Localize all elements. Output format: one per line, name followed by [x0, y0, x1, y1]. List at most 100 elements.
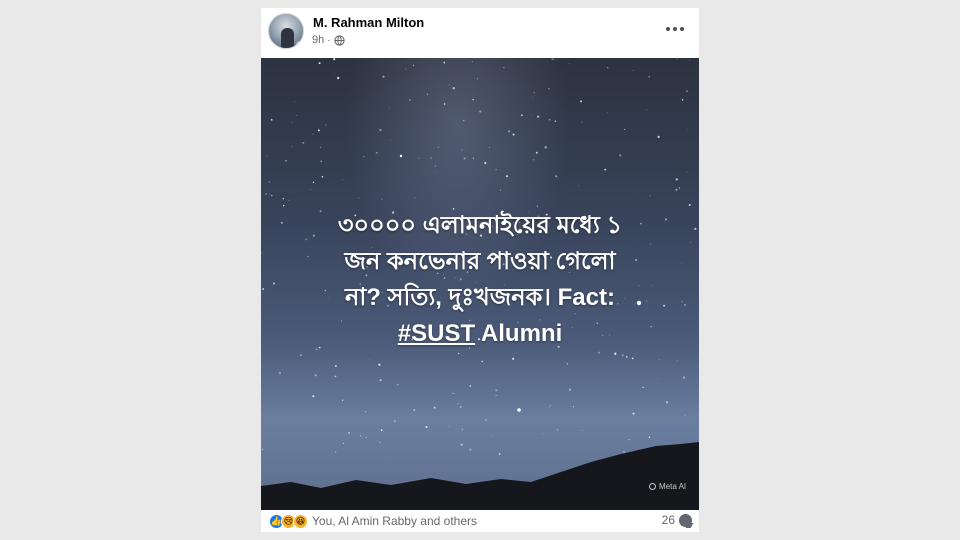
star: [317, 129, 320, 132]
star: [437, 146, 439, 148]
star: [578, 185, 579, 187]
star: [604, 168, 607, 171]
star: [484, 161, 487, 165]
star: [320, 160, 323, 163]
star: [569, 63, 571, 65]
star: [270, 194, 273, 197]
star: [535, 151, 538, 154]
star: [359, 435, 362, 437]
star: [282, 204, 285, 207]
star: [262, 288, 265, 290]
star: [418, 157, 420, 159]
globe-icon[interactable]: [333, 34, 345, 46]
star: [459, 406, 462, 408]
post-card: M. Rahman Milton 9h · ৩০০০০ এলামনাইয়ের …: [261, 8, 699, 532]
star: [393, 420, 396, 422]
star: [614, 352, 617, 355]
star: [469, 385, 472, 387]
star: [580, 100, 582, 103]
star: [511, 357, 515, 360]
comment-count-value: 26: [661, 513, 675, 527]
haha-icon: 😆: [293, 513, 308, 529]
star: [495, 394, 497, 397]
star: [452, 87, 455, 90]
star: [268, 181, 271, 183]
star: [397, 384, 399, 386]
meta-ai-watermark: Meta AI: [649, 482, 686, 491]
post-image[interactable]: ৩০০০০ এলামনাইয়ের মধ্যে ১ জন কনভেনার পাও…: [261, 58, 699, 510]
star: [682, 376, 686, 379]
star: [520, 114, 523, 117]
star: [685, 90, 688, 93]
post-header: M. Rahman Milton 9h ·: [261, 8, 699, 58]
star: [471, 61, 473, 63]
star: [676, 360, 678, 361]
star: [293, 101, 295, 103]
author-name[interactable]: M. Rahman Milton: [313, 15, 424, 30]
star: [553, 58, 555, 60]
star: [678, 187, 681, 189]
avatar-badge: [296, 41, 303, 48]
star: [414, 197, 416, 199]
star: [302, 141, 305, 144]
star: [364, 410, 367, 413]
star: [448, 425, 450, 427]
star: [489, 147, 490, 148]
star: [448, 84, 450, 86]
star: [681, 99, 684, 101]
star: [687, 128, 689, 130]
star: [658, 358, 660, 360]
star: [294, 410, 296, 411]
star: [461, 428, 464, 431]
more-dot: [666, 27, 670, 31]
star: [461, 149, 463, 151]
star: [551, 58, 554, 60]
more-dot: [673, 27, 677, 31]
mountain-silhouette: [261, 442, 699, 510]
star: [631, 357, 634, 360]
star: [512, 133, 515, 136]
star: [379, 379, 382, 382]
comment-count[interactable]: 26: [662, 513, 692, 527]
star: [299, 354, 302, 357]
star: [334, 375, 337, 378]
star: [649, 195, 651, 197]
star: [532, 159, 535, 161]
star: [412, 64, 415, 66]
star: [536, 115, 540, 118]
more-dot: [680, 27, 684, 31]
star: [314, 374, 317, 377]
post-meta: 9h ·: [312, 34, 345, 46]
star: [443, 103, 446, 105]
star: [694, 227, 697, 231]
star: [684, 304, 686, 306]
star: [476, 78, 478, 80]
more-options-icon[interactable]: [664, 22, 686, 36]
star: [572, 406, 575, 408]
star: [325, 124, 327, 126]
star: [381, 198, 383, 200]
hashtag-link[interactable]: #SUST: [398, 320, 475, 347]
star: [548, 87, 550, 90]
star: [686, 171, 688, 173]
star: [282, 198, 284, 200]
star: [319, 146, 322, 149]
star: [625, 355, 628, 358]
star: [312, 181, 315, 183]
post-time[interactable]: 9h: [312, 34, 324, 46]
star: [288, 199, 290, 201]
avatar[interactable]: [268, 13, 304, 49]
star: [495, 168, 497, 171]
star: [623, 128, 626, 131]
star: [495, 389, 498, 392]
star: [269, 193, 271, 195]
bright-star: [399, 154, 403, 158]
star: [481, 360, 484, 363]
star: [457, 402, 459, 405]
reactions-summary[interactable]: 👍 😢 😆 You, Al Amin Rabby and others: [269, 513, 477, 529]
star: [265, 193, 268, 196]
star: [554, 120, 557, 122]
star: [491, 434, 493, 436]
star: [430, 157, 432, 159]
star: [688, 203, 691, 206]
